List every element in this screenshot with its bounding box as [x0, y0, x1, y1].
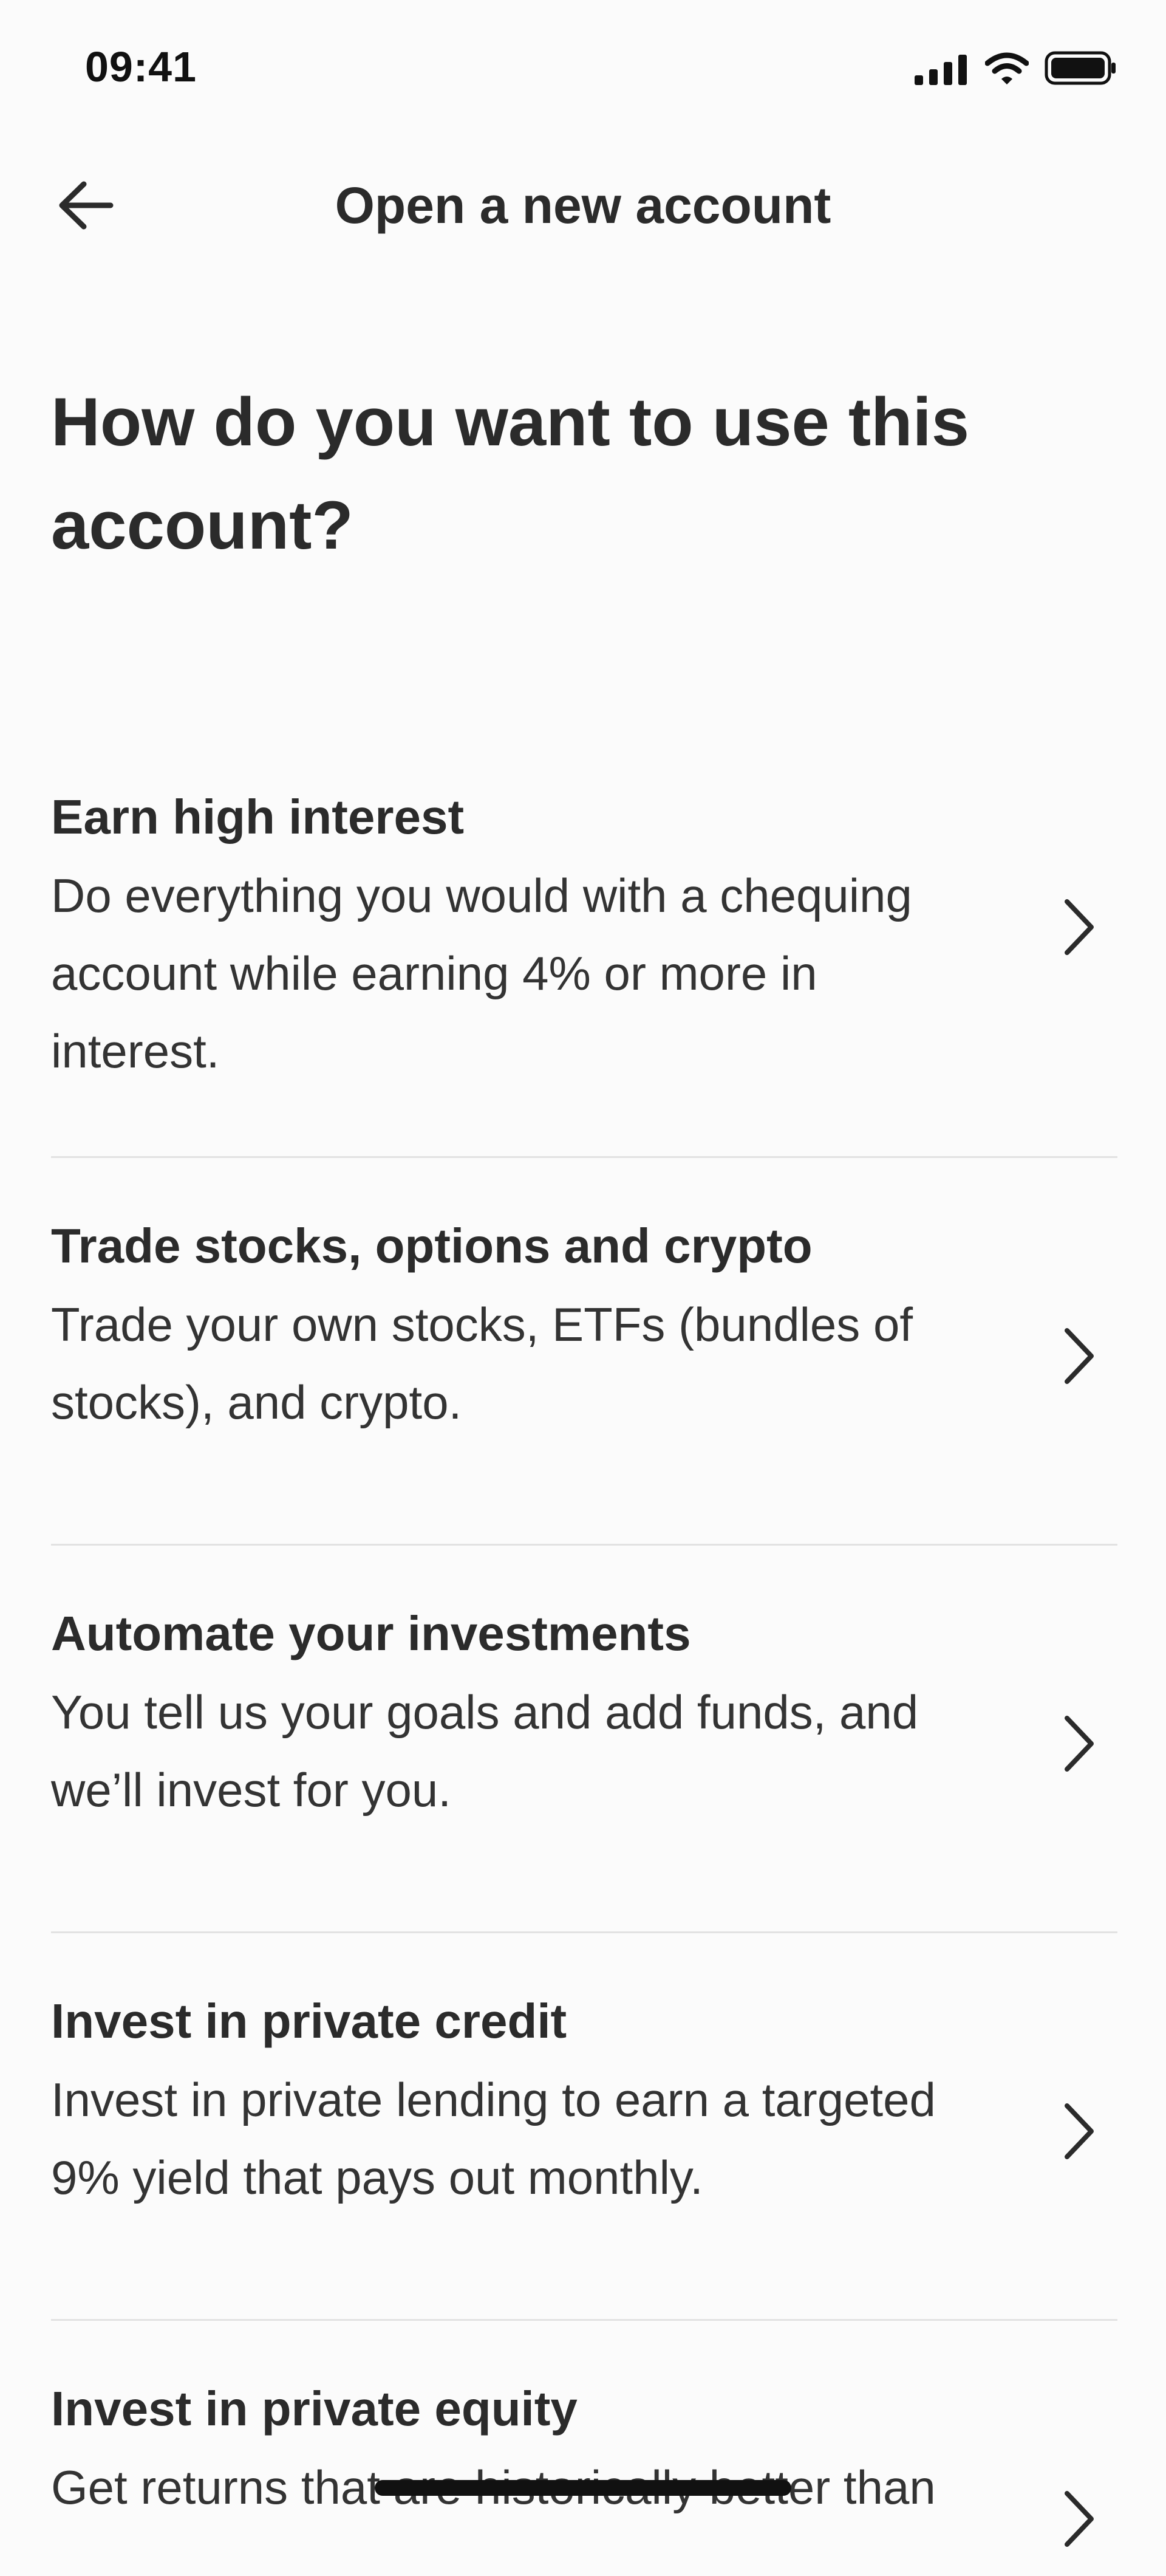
option-title: Trade stocks, options and crypto	[51, 1219, 813, 1273]
chevron-right-icon	[1051, 891, 1105, 964]
status-time: 09:41	[85, 43, 197, 91]
chevron-right-icon	[1051, 2482, 1105, 2555]
option-description: Do everything you would with a chequing …	[51, 869, 912, 1078]
wifi-icon	[984, 52, 1029, 88]
home-indicator	[375, 2480, 791, 2496]
page-title: How do you want to use this account?	[51, 384, 969, 563]
option-title: Invest in private credit	[51, 1994, 567, 2048]
account-options-list: Earn high interest Do everything you wou…	[51, 753, 1117, 2576]
status-bar: 09:41	[0, 0, 1166, 140]
option-private-equity[interactable]: Invest in private equity Get returns tha…	[51, 2321, 1117, 2576]
option-automate-investments[interactable]: Automate your investments You tell us yo…	[51, 1546, 1117, 1933]
option-title: Invest in private equity	[51, 2382, 578, 2436]
battery-icon	[1045, 51, 1117, 88]
option-description: Trade your own stocks, ETFs (bundles of …	[51, 1298, 913, 1429]
header: Open a new account	[0, 158, 1166, 249]
option-title: Earn high interest	[51, 790, 465, 844]
chevron-right-icon	[1051, 2095, 1105, 2168]
option-earn-high-interest[interactable]: Earn high interest Do everything you wou…	[51, 753, 1117, 1158]
option-trade-stocks[interactable]: Trade stocks, options and crypto Trade y…	[51, 1158, 1117, 1546]
chevron-right-icon	[1051, 1707, 1105, 1780]
chevron-right-icon	[1051, 1320, 1105, 1392]
status-icons	[915, 51, 1117, 88]
option-description: You tell us your goals and add funds, an…	[51, 1685, 919, 1817]
cellular-signal-icon	[915, 55, 969, 88]
option-description: Invest in private lending to earn a targ…	[51, 2073, 936, 2204]
option-title: Automate your investments	[51, 1606, 691, 1660]
option-private-credit[interactable]: Invest in private credit Invest in priva…	[51, 1933, 1117, 2321]
header-title: Open a new account	[335, 177, 831, 234]
